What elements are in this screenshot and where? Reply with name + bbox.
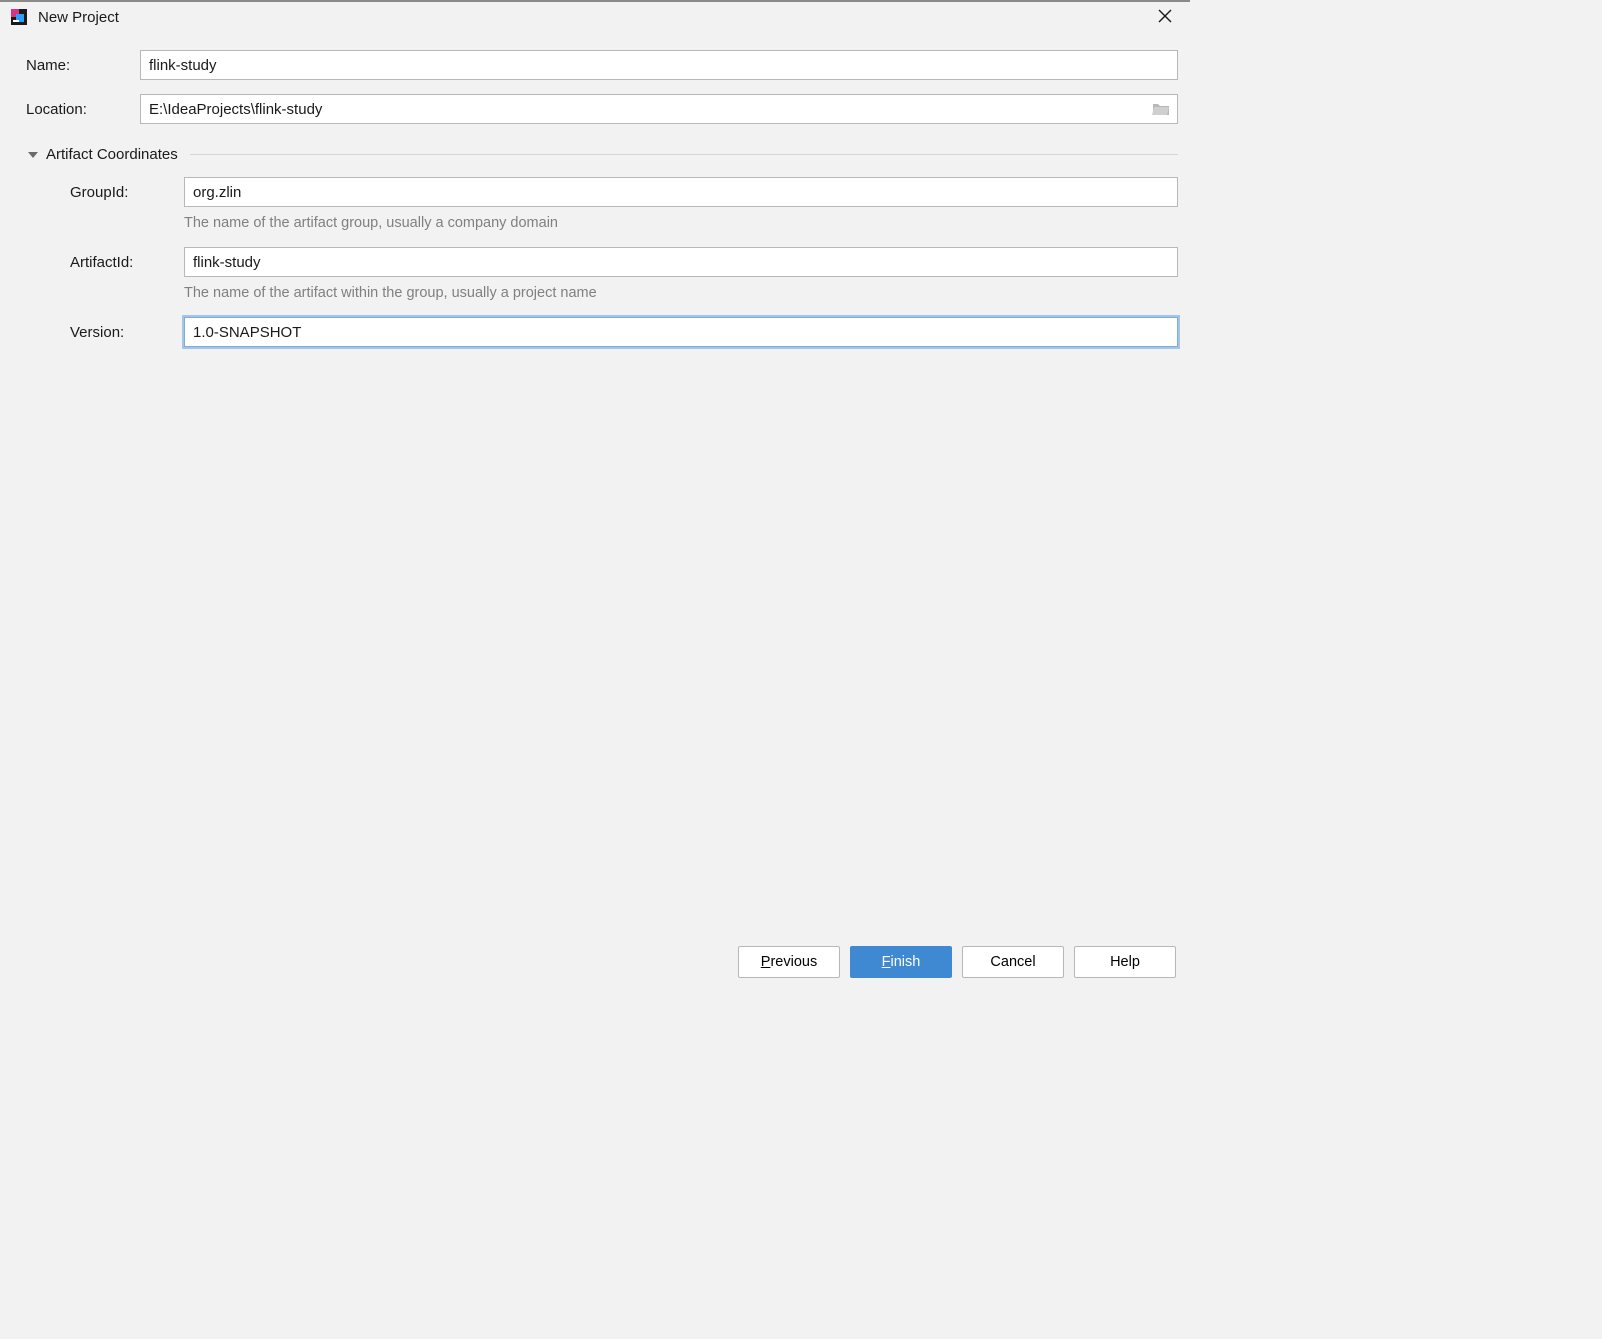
titlebar: New Project bbox=[0, 2, 1190, 32]
groupid-input[interactable] bbox=[184, 177, 1178, 207]
button-bar: Previous Finish Cancel Help bbox=[0, 932, 1190, 992]
version-label: Version: bbox=[26, 324, 184, 341]
window-title: New Project bbox=[38, 9, 119, 26]
new-project-dialog: New Project Name: Location: bbox=[0, 0, 1190, 992]
browse-folder-icon[interactable] bbox=[1150, 100, 1172, 118]
name-label: Name: bbox=[26, 57, 140, 74]
cancel-button[interactable]: Cancel bbox=[962, 946, 1064, 978]
name-input[interactable] bbox=[140, 50, 1178, 80]
previous-button[interactable]: Previous bbox=[738, 946, 840, 978]
section-title: Artifact Coordinates bbox=[46, 146, 190, 163]
finish-button[interactable]: Finish bbox=[850, 946, 952, 978]
chevron-down-icon bbox=[26, 148, 40, 162]
artifact-coordinates-header[interactable]: Artifact Coordinates bbox=[26, 146, 1178, 163]
artifactid-input[interactable] bbox=[184, 247, 1178, 277]
groupid-label: GroupId: bbox=[26, 184, 184, 201]
intellij-icon bbox=[10, 8, 28, 26]
section-divider bbox=[190, 154, 1178, 155]
location-input[interactable] bbox=[140, 94, 1178, 124]
close-button[interactable] bbox=[1150, 4, 1180, 30]
artifactid-hint: The name of the artifact within the grou… bbox=[184, 285, 1178, 301]
groupid-hint: The name of the artifact group, usually … bbox=[184, 215, 1178, 231]
version-input[interactable] bbox=[184, 317, 1178, 347]
artifactid-label: ArtifactId: bbox=[26, 254, 184, 271]
help-button[interactable]: Help bbox=[1074, 946, 1176, 978]
dialog-content: Name: Location: bbox=[0, 32, 1190, 932]
location-label: Location: bbox=[26, 101, 140, 118]
